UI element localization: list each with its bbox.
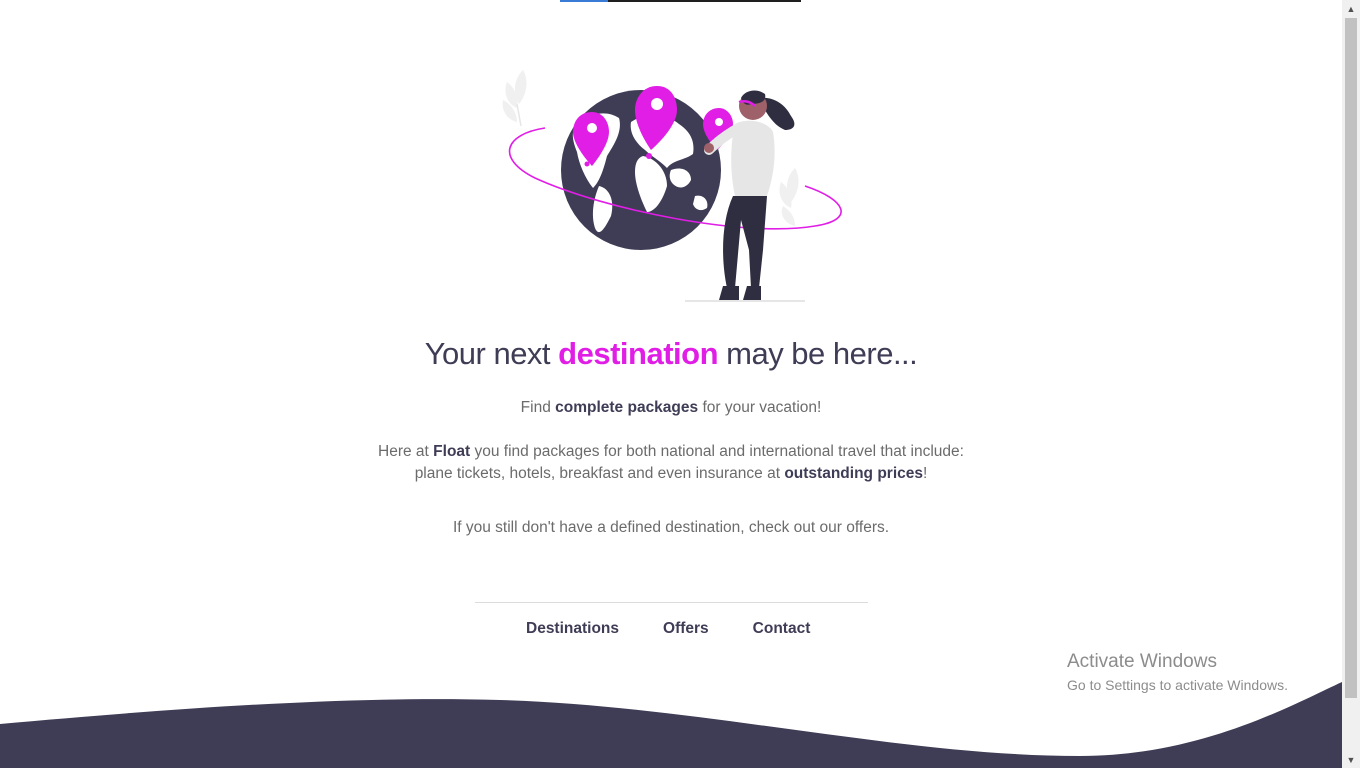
p1-text-start: Find [520, 399, 556, 416]
p2-text-line2: plane tickets, hotels, breakfast and eve… [414, 465, 785, 482]
p1-text-end: for your vacation! [698, 399, 822, 416]
intro-paragraph-1: Find complete packages for your vacation… [0, 397, 1342, 419]
brand-name: Float [433, 443, 471, 460]
loading-bar [560, 0, 801, 2]
nav-link-destinations[interactable]: Destinations [504, 620, 641, 638]
page-title: Your next destination may be here... [0, 336, 1342, 372]
p2-text-mid: you find packages for both national and … [470, 443, 964, 460]
headline-accent: destination [558, 336, 719, 371]
nav-link-offers[interactable]: Offers [641, 620, 731, 638]
divider [475, 602, 868, 603]
p2-text-start: Here at [378, 443, 434, 460]
leaf-decoration-right [779, 168, 799, 226]
watermark-subtitle: Go to Settings to activate Windows. [1067, 677, 1288, 693]
woman-pinning-globe-illustration [502, 70, 842, 302]
chevron-up-icon[interactable]: ▲ [1342, 0, 1360, 17]
content-area: Your next destination may be here... Fin… [0, 0, 1342, 768]
leaf-decoration-left [502, 70, 527, 127]
p1-bold: complete packages [555, 399, 699, 416]
footer-nav: Destinations Offers Contact [504, 620, 832, 638]
vertical-scrollbar[interactable]: ▲ ▼ [1342, 0, 1360, 768]
activate-windows-watermark: Activate Windows Go to Settings to activ… [1067, 650, 1288, 696]
page: Your next destination may be here... Fin… [0, 0, 1360, 768]
scrollbar-thumb[interactable] [1345, 18, 1357, 698]
p2-bold-prices: outstanding prices [784, 465, 923, 482]
nav-link-contact[interactable]: Contact [731, 620, 833, 638]
loading-bar-progress [560, 0, 609, 2]
headline-start: Your next [424, 336, 559, 371]
intro-paragraph-2: Here at Float you find packages for both… [0, 441, 1342, 485]
intro-paragraph-3: If you still don't have a defined destin… [452, 519, 890, 536]
watermark-title: Activate Windows [1067, 651, 1217, 672]
chevron-down-icon[interactable]: ▼ [1342, 751, 1360, 768]
headline-end: may be here... [718, 336, 918, 371]
p2-text-end: ! [922, 465, 928, 482]
